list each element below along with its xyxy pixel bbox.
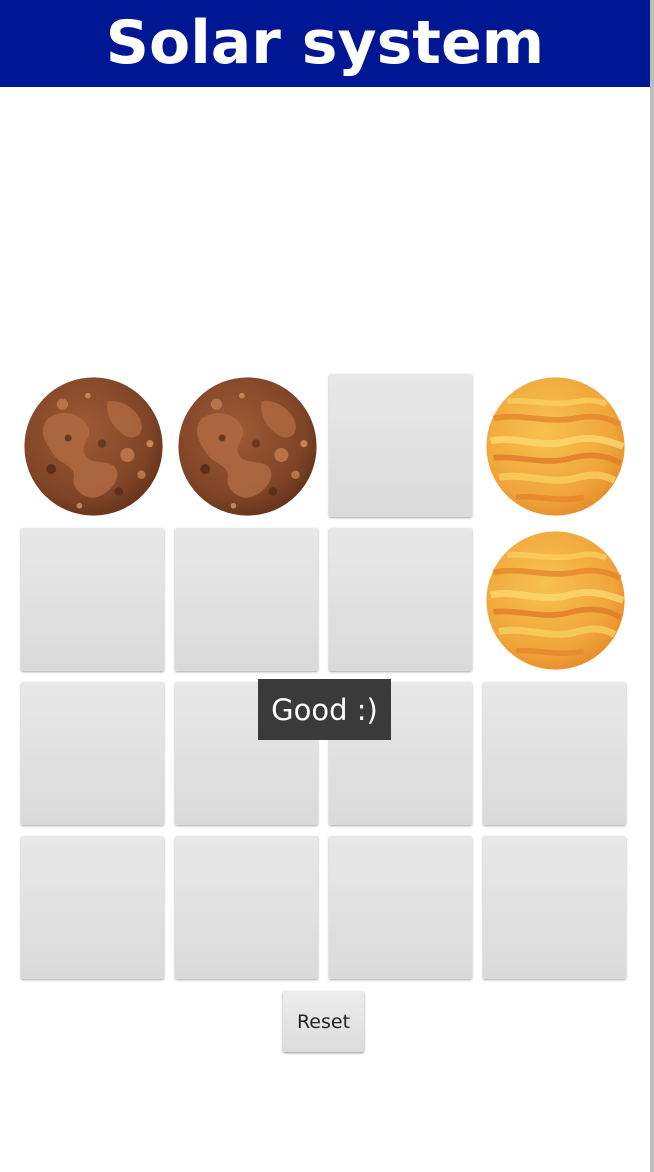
memory-board — [0, 0, 650, 1000]
memory-card[interactable] — [21, 836, 164, 979]
memory-card[interactable] — [483, 528, 626, 671]
memory-card[interactable] — [483, 836, 626, 979]
memory-card[interactable] — [21, 682, 164, 825]
memory-card[interactable] — [175, 836, 318, 979]
mars-planet-icon — [177, 376, 318, 517]
memory-card[interactable] — [483, 374, 626, 517]
scrollbar-track — [650, 0, 654, 1172]
memory-card[interactable] — [329, 374, 472, 517]
memory-card[interactable] — [21, 374, 164, 517]
memory-card[interactable] — [329, 528, 472, 671]
feedback-toast: Good :) — [258, 679, 391, 740]
reset-button[interactable]: Reset — [283, 991, 364, 1052]
game-page: Solar system Good:) Reset — [0, 0, 654, 1172]
venus-planet-icon — [485, 376, 626, 517]
memory-card[interactable] — [175, 374, 318, 517]
memory-card[interactable] — [21, 528, 164, 671]
memory-card[interactable] — [483, 682, 626, 825]
venus-planet-icon — [485, 530, 626, 671]
memory-card[interactable] — [329, 836, 472, 979]
mars-planet-icon — [23, 376, 164, 517]
memory-card[interactable] — [175, 528, 318, 671]
